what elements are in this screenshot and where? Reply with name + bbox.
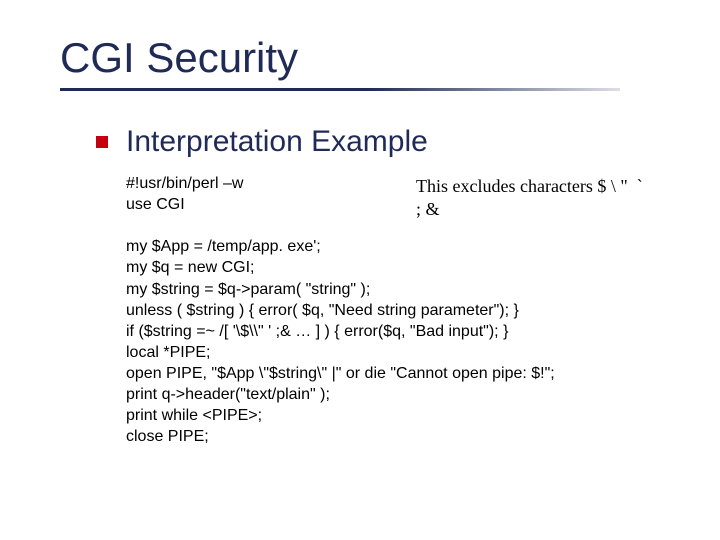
slide-title: CGI Security	[60, 34, 720, 82]
bullet-icon	[96, 136, 108, 148]
title-underline	[60, 88, 620, 91]
title-block: CGI Security	[60, 34, 720, 119]
slide-body: #!usr/bin/perl –w use CGI This excludes …	[126, 173, 716, 447]
subtitle-row: Interpretation Example	[96, 125, 720, 159]
code-body: my $App = /temp/app. exe'; my $q = new C…	[126, 215, 716, 447]
side-note: This excludes characters $ \ " ` ; &	[416, 175, 716, 220]
slide-subtitle: Interpretation Example	[126, 125, 428, 159]
slide: CGI Security Interpretation Example #!us…	[0, 0, 720, 540]
